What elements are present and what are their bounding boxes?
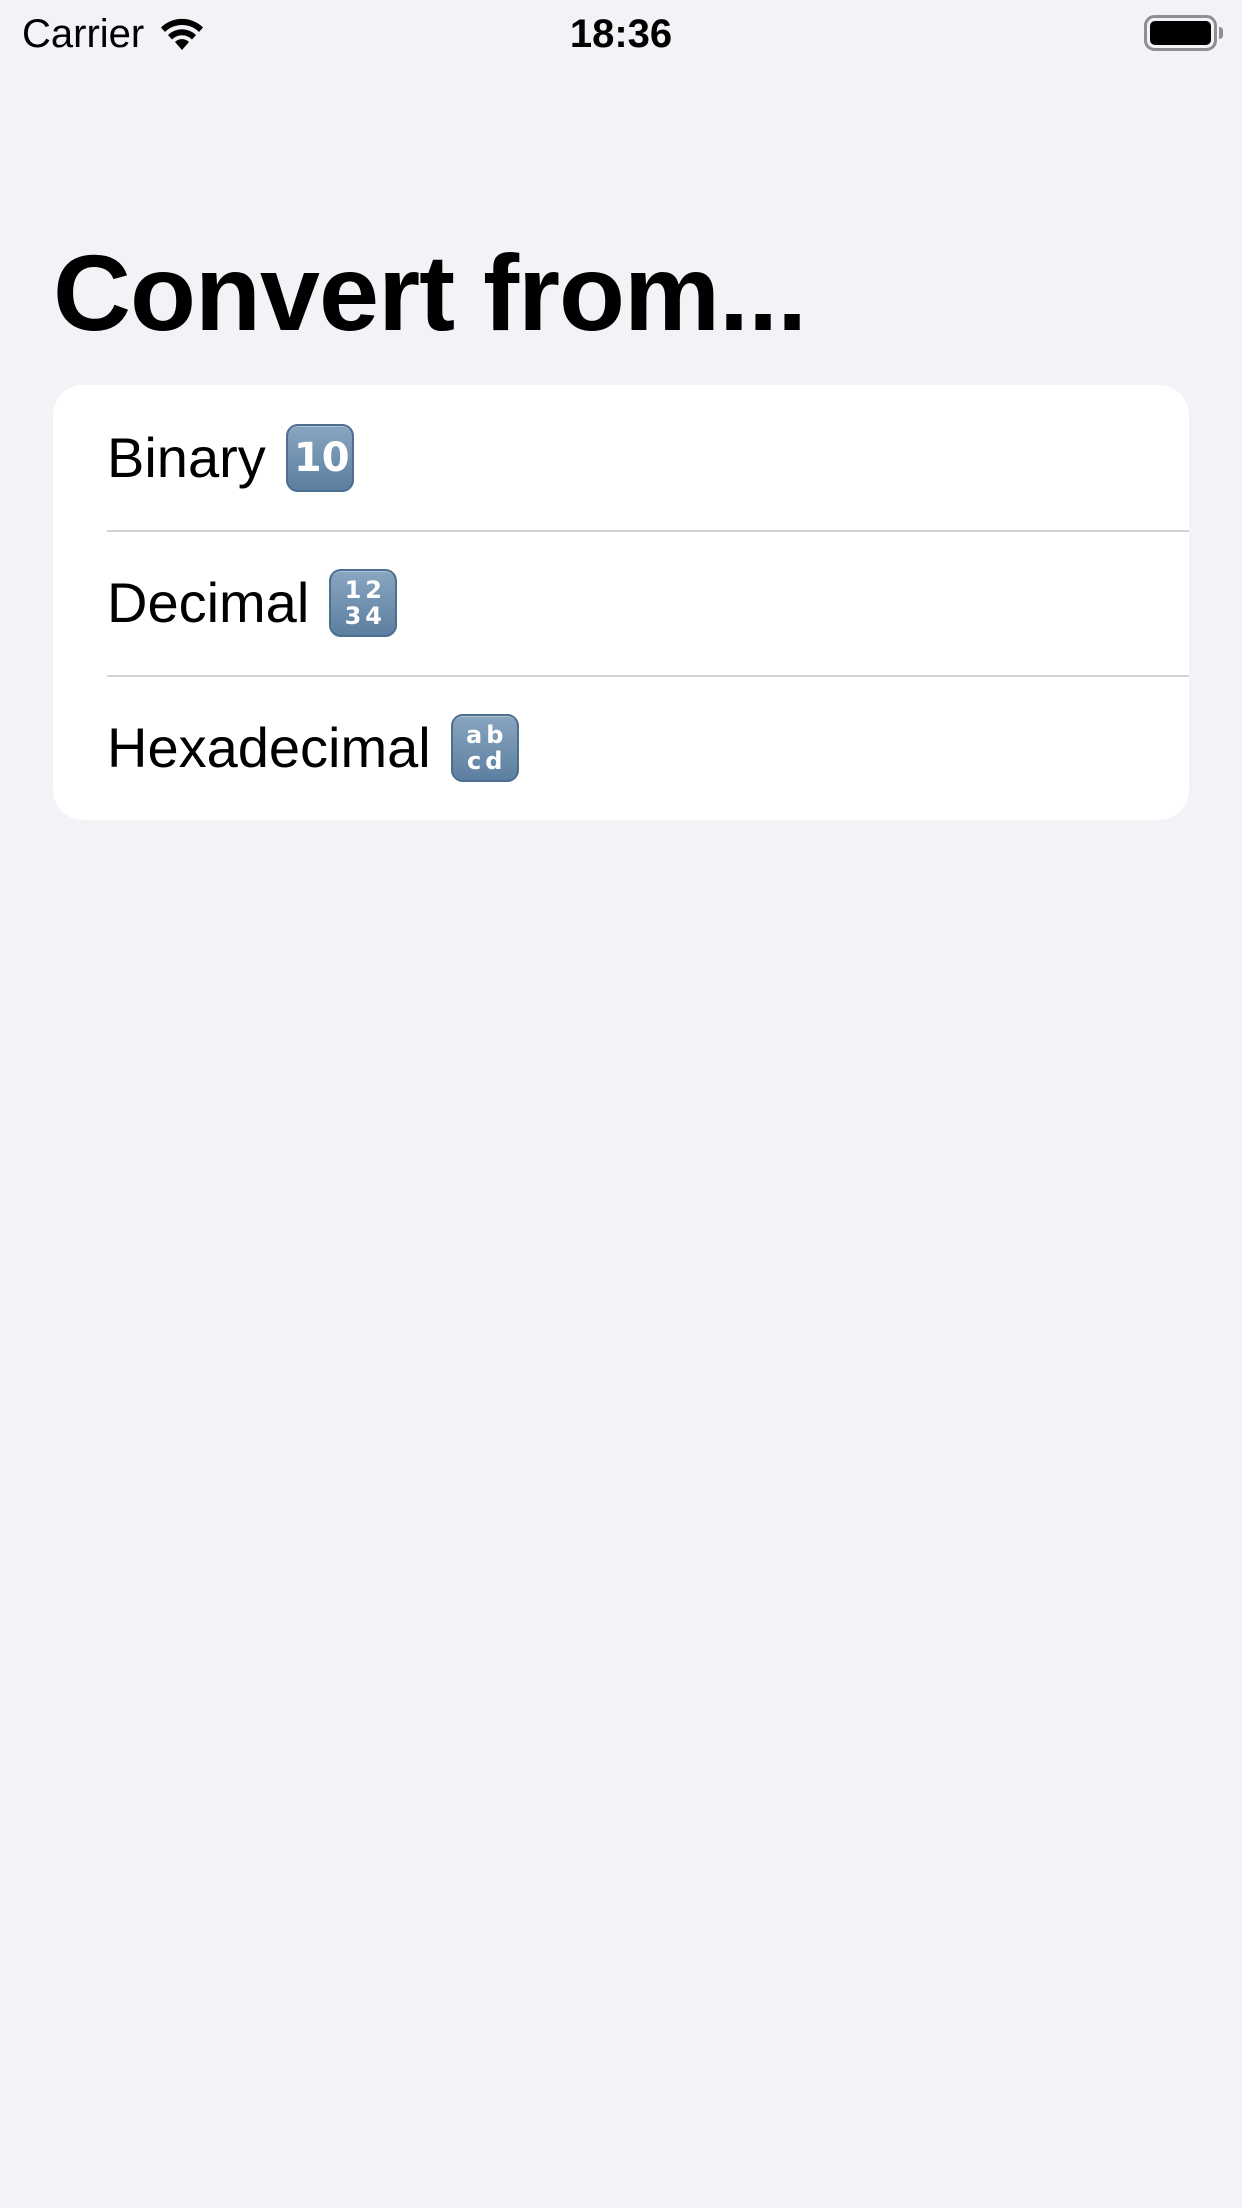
list-item-decimal[interactable]: Decimal 12 34 — [53, 530, 1189, 675]
keycap-line: cd — [467, 746, 507, 775]
keycap-ten-icon: 10 — [285, 423, 354, 492]
keycap-line: 12 — [344, 575, 386, 604]
status-bar: Carrier 18:36 — [0, 0, 1242, 66]
status-time: 18:36 — [569, 12, 673, 56]
input-numbers-icon: 12 34 — [329, 568, 398, 637]
list-item-label: Decimal — [107, 570, 310, 634]
input-latin-lowercase-icon: ab cd — [450, 713, 519, 782]
list-item-label: Hexadecimal — [107, 715, 431, 779]
battery-full-icon — [1144, 15, 1223, 51]
list-item-hexadecimal[interactable]: Hexadecimal ab cd — [53, 675, 1189, 820]
conversion-list: Binary 10 Decimal 12 34 Hexadecimal ab c… — [53, 385, 1189, 820]
list-item-binary[interactable]: Binary 10 — [53, 385, 1189, 530]
keycap-line: 34 — [344, 601, 386, 630]
list-item-label: Binary — [107, 425, 266, 489]
keycap-line: 10 — [293, 434, 350, 481]
keycap-line: ab — [466, 720, 508, 749]
page-title: Convert from... — [53, 232, 807, 353]
